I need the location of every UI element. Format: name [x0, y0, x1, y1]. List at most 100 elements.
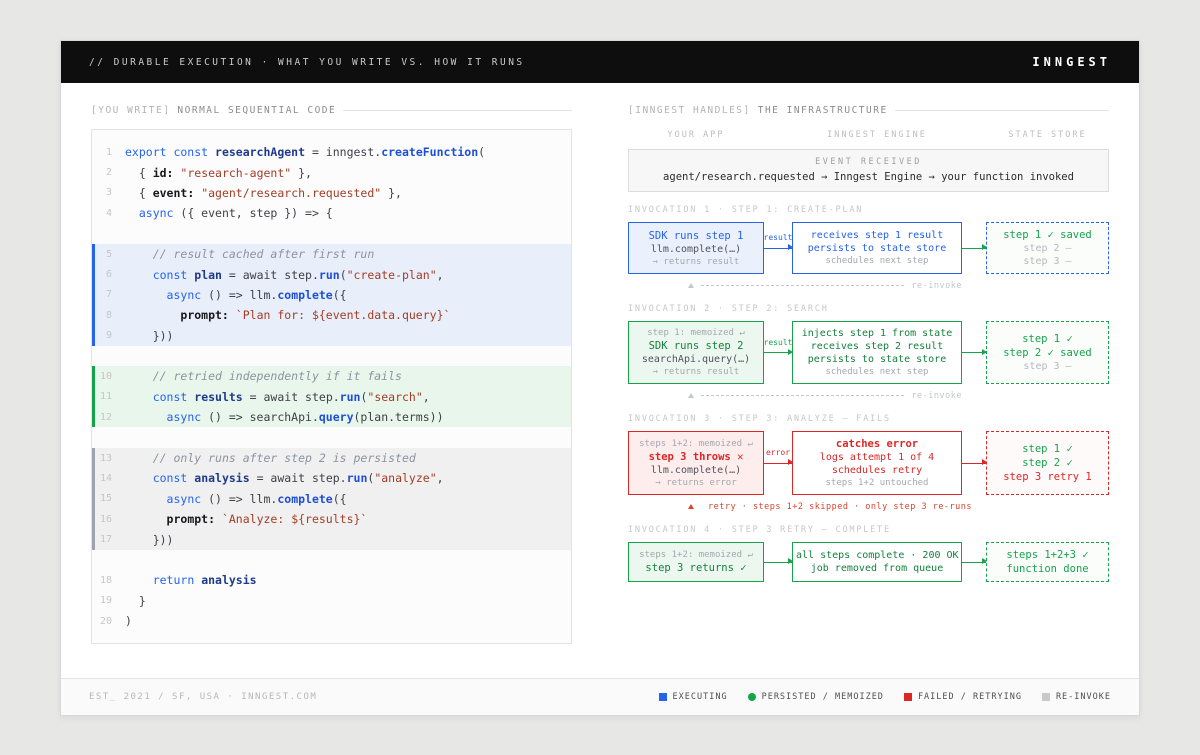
line-number: 19 [95, 595, 125, 606]
code-token: run [319, 268, 340, 282]
code-blank-line [92, 346, 571, 366]
code-token [125, 206, 139, 220]
box-line: logs attempt 1 of 4 [796, 452, 958, 463]
your-app-box: steps 1+2: memoized ↵step 3 throws ✕llm.… [628, 431, 764, 495]
code-line: 4 async ({ event, step }) => { [92, 203, 571, 223]
line-number: 12 [95, 412, 125, 423]
flow-arrow [962, 431, 986, 495]
box-line: step 3 retry 1 [990, 471, 1105, 483]
line-content: })) [125, 533, 571, 547]
code-blank-line [92, 550, 571, 570]
legend-item: FAILED / RETRYING [904, 692, 1022, 702]
code-token: () => llm. [201, 492, 277, 506]
column-header-inngest-engine: INNGEST ENGINE [792, 130, 962, 140]
left-heading-tag: [YOU WRITE] [91, 105, 170, 116]
legend-item: PERSISTED / MEMOIZED [748, 692, 884, 702]
flow-arrow-line [962, 352, 986, 353]
code-token: = await step. [250, 471, 347, 485]
state-store-box: steps 1+2+3 ✓function done [986, 542, 1109, 582]
loop-arrow: retry · steps 1+2 skipped · only step 3 … [628, 501, 962, 512]
code-line: 17 })) [92, 529, 571, 549]
code-token [125, 471, 153, 485]
box-line: receives step 1 result [796, 230, 958, 241]
loop-label: retry · steps 1+2 skipped · only step 3 … [708, 502, 972, 512]
code-line: 12 async () => searchApi.query(plan.term… [92, 407, 571, 427]
line-number: 14 [95, 473, 125, 484]
code-token: = await step. [222, 268, 319, 282]
box-line: step 1 ✓ saved [990, 229, 1105, 241]
line-content: async () => llm.complete({ [125, 288, 571, 302]
invocation-label: INVOCATION 3 · STEP 3: ANALYZE — FAILS [628, 414, 1109, 424]
code-line: 3 { event: "agent/research.requested" }, [92, 183, 571, 203]
invocation-label: INVOCATION 1 · STEP 1: CREATE-PLAN [628, 205, 1109, 215]
code-token: run [347, 471, 368, 485]
legend-swatch-icon [659, 693, 667, 701]
invocations: INVOCATION 1 · STEP 1: CREATE-PLAN SDK ru… [628, 205, 1109, 582]
invocation-row: steps 1+2: memoized ↵step 3 returns ✓all… [628, 542, 1109, 582]
box-line: schedules next step [796, 256, 958, 266]
code-panel: [YOU WRITE] NORMAL SEQUENTIAL CODE 1expo… [91, 105, 572, 664]
box-line: llm.complete(…) [632, 465, 760, 476]
line-content: async () => llm.complete({ [125, 492, 571, 506]
loop-arrowhead-icon [688, 393, 694, 398]
code-line: 5 // result cached after first run [92, 244, 571, 264]
flow-arrow-line [962, 463, 986, 464]
code-token: })) [125, 533, 173, 547]
code-line: 15 async () => llm.complete({ [92, 489, 571, 509]
flow-arrow: error [764, 431, 792, 495]
loop-dashed-line [701, 285, 904, 286]
code-token: prompt: [167, 512, 215, 526]
code-token: "search" [367, 390, 422, 404]
flow-arrow: result [764, 222, 792, 274]
box-line: receives step 2 result [796, 341, 958, 352]
code-token: plan [194, 268, 222, 282]
state-store-box: step 1 ✓step 2 ✓step 3 retry 1 [986, 431, 1109, 495]
code-token: const [153, 390, 188, 404]
line-number: 6 [95, 269, 125, 280]
code-token: prompt: [180, 308, 228, 322]
legend-label: PERSISTED / MEMOIZED [762, 692, 884, 702]
code-token: { [125, 186, 153, 200]
box-line: SDK runs step 1 [632, 230, 760, 242]
box-line: llm.complete(…) [632, 244, 760, 255]
legend-label: EXECUTING [673, 692, 728, 702]
box-line: step 1: memoized ↵ [632, 328, 760, 338]
code-token: } [125, 594, 146, 608]
code-line: 1export const researchAgent = inngest.cr… [92, 142, 571, 162]
flow-arrow [962, 222, 986, 274]
code-line: 8 prompt: `Plan for: ${event.data.query}… [92, 305, 571, 325]
invocation-label: INVOCATION 2 · STEP 2: SEARCH [628, 304, 1109, 314]
code-token [125, 308, 180, 322]
code-token [215, 512, 222, 526]
code-line: 6 const plan = await step.run("create-pl… [92, 264, 571, 284]
box-line: step 3 — [990, 361, 1105, 372]
box-line: steps 1+2+3 ✓ [990, 549, 1105, 561]
inngest-engine-box: receives step 1 resultpersists to state … [792, 222, 962, 274]
right-panel-heading: [INNGEST HANDLES] THE INFRASTRUCTURE [628, 105, 1109, 116]
line-number: 11 [95, 391, 125, 402]
code-token: ( [340, 268, 347, 282]
line-content: { id: "research-agent" }, [125, 166, 571, 180]
flow-arrow-line [962, 248, 986, 249]
line-content: async () => searchApi.query(plan.terms)) [125, 410, 571, 424]
code-token: export const [125, 145, 215, 159]
code-token: }, [291, 166, 312, 180]
code-token [125, 369, 153, 383]
box-line: schedules next step [796, 367, 958, 377]
code-line: 19 } [92, 591, 571, 611]
invocation-row: steps 1+2: memoized ↵step 3 throws ✕llm.… [628, 431, 1109, 495]
legend-swatch-icon [904, 693, 912, 701]
code-token [229, 308, 236, 322]
code-token: ({ [333, 492, 347, 506]
flow-arrow-label: result [758, 233, 798, 242]
code-token: "research-agent" [180, 166, 291, 180]
inngest-engine-box: all steps complete · 200 OKjob removed f… [792, 542, 962, 582]
header-tagline: // DURABLE EXECUTION · WHAT YOU WRITE VS… [89, 57, 525, 68]
code-token: () => searchApi. [201, 410, 319, 424]
box-line: step 1 ✓ [990, 333, 1105, 345]
code-line: 9 })) [92, 326, 571, 346]
footer: EST_ 2021 / SF, USA · INNGEST.COM EXECUT… [61, 678, 1139, 715]
box-line: step 2 ✓ saved [990, 347, 1105, 359]
line-content: async ({ event, step }) => { [125, 206, 571, 220]
left-heading-title: NORMAL SEQUENTIAL CODE [177, 105, 336, 116]
